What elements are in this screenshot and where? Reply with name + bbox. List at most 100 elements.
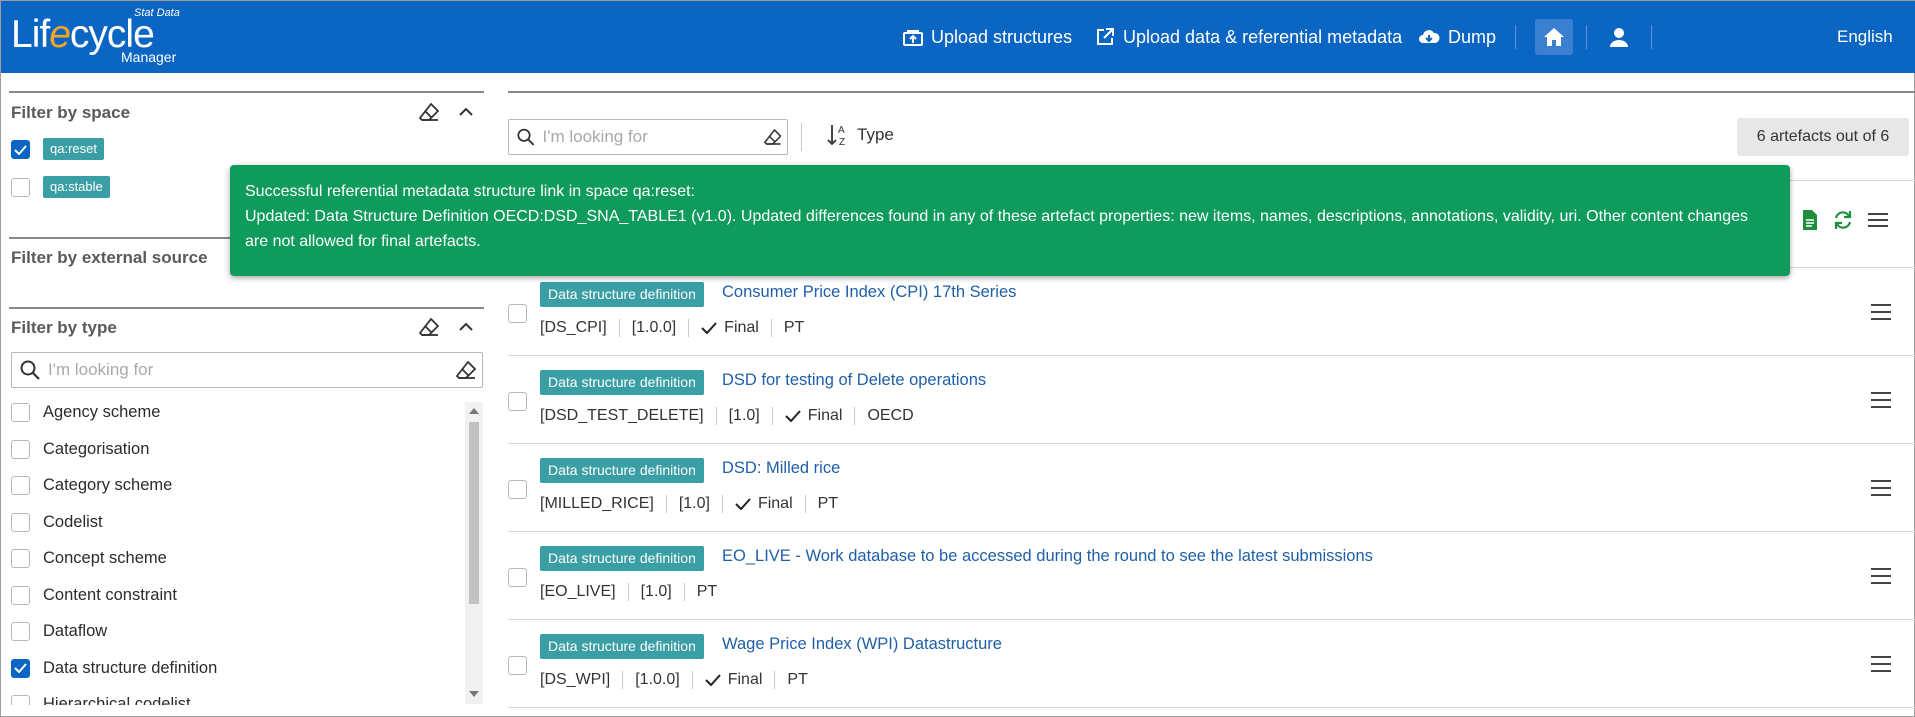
- artefact-version: [1.0]: [627, 583, 684, 601]
- artefact-title-link[interactable]: DSD for testing of Delete operations: [722, 371, 986, 390]
- success-toast[interactable]: Successful referential metadata structur…: [230, 165, 1790, 276]
- eraser-icon[interactable]: [456, 361, 476, 379]
- type-option[interactable]: Codelist: [11, 509, 103, 535]
- scroll-thumb[interactable]: [469, 422, 479, 604]
- row-checkbox[interactable]: [508, 392, 527, 411]
- table-row[interactable]: Data structure definition EO_LIVE - Work…: [508, 531, 1915, 619]
- sort-by-type-button[interactable]: AZ Type: [827, 123, 894, 147]
- type-search-input[interactable]: [48, 360, 456, 380]
- space-checkbox-qa-reset[interactable]: [11, 140, 30, 159]
- eraser-icon: [419, 103, 439, 121]
- filter-type-title: Filter by type: [11, 318, 117, 337]
- artefact-title-link[interactable]: Consumer Price Index (CPI) 17th Series: [722, 283, 1016, 302]
- artefact-version: [1.0.0]: [618, 319, 688, 337]
- type-option-label: Category scheme: [43, 475, 173, 494]
- scroll-up-arrow[interactable]: [469, 408, 479, 414]
- type-option[interactable]: Hierarchical codelist: [11, 691, 191, 705]
- row-checkbox[interactable]: [508, 656, 527, 675]
- home-button[interactable]: [1535, 19, 1573, 55]
- type-checkbox[interactable]: [11, 402, 30, 422]
- artefact-search-input[interactable]: [542, 127, 764, 147]
- cloud-download-icon: [1419, 30, 1440, 43]
- check-icon: [705, 674, 721, 686]
- artefact-id: [DSD_TEST_DELETE]: [540, 407, 704, 424]
- upload-data-button[interactable]: Upload data & referential metadata: [1095, 23, 1402, 51]
- language-selector[interactable]: English: [1837, 27, 1893, 47]
- type-option[interactable]: Agency scheme: [11, 399, 160, 425]
- row-checkbox[interactable]: [508, 568, 527, 587]
- eraser-icon[interactable]: [763, 128, 782, 146]
- nav-divider: [1515, 25, 1516, 49]
- panel-divider: [9, 307, 484, 309]
- clear-type-filter-button[interactable]: [418, 316, 440, 338]
- type-checkbox[interactable]: [11, 621, 30, 641]
- menu-icon[interactable]: [1869, 477, 1893, 499]
- home-icon: [1544, 28, 1564, 46]
- user-button[interactable]: [1605, 23, 1633, 51]
- type-option-clip: Hierarchical codelist: [1, 687, 465, 705]
- row-checkbox[interactable]: [508, 480, 527, 499]
- eraser-icon: [419, 318, 439, 336]
- scroll-down-arrow[interactable]: [469, 691, 479, 697]
- type-option[interactable]: Category scheme: [11, 472, 172, 498]
- sort-alpha-icon: AZ: [827, 125, 845, 147]
- type-search-field[interactable]: [11, 352, 483, 388]
- type-list-scrollbar[interactable]: [465, 402, 483, 704]
- artefact-agency: PT: [804, 495, 850, 513]
- type-checkbox[interactable]: [11, 658, 30, 678]
- artefact-meta: [DS_WPI] [1.0.0] Final PT: [540, 671, 820, 689]
- app-logo[interactable]: Stat Data Lifecycle Manager: [11, 7, 191, 69]
- upload-data-label: Upload data & referential metadata: [1123, 26, 1403, 47]
- final-status: Final: [688, 319, 771, 337]
- dump-label: Dump: [1448, 26, 1497, 47]
- type-checkbox[interactable]: [11, 512, 30, 532]
- type-checkbox[interactable]: [11, 475, 30, 495]
- panel-divider: [9, 91, 484, 93]
- type-checkbox[interactable]: [11, 439, 30, 459]
- menu-icon[interactable]: [1869, 653, 1893, 675]
- table-row[interactable]: Data structure definition DSD for testin…: [508, 355, 1915, 443]
- search-icon: [20, 360, 40, 380]
- artefact-title-link[interactable]: DSD: Milled rice: [722, 459, 840, 478]
- type-option-label: Dataflow: [43, 621, 108, 640]
- upload-structures-icon: [903, 30, 923, 46]
- menu-icon[interactable]: [1869, 389, 1893, 411]
- upload-structures-button[interactable]: Upload structures: [903, 23, 1072, 51]
- nav-divider: [1586, 25, 1587, 49]
- table-row[interactable]: Data structure definition Wage Price Ind…: [508, 619, 1915, 707]
- table-row[interactable]: Data structure definition DSD: Milled ri…: [508, 443, 1915, 531]
- artefact-agency: PT: [683, 583, 729, 601]
- type-checkbox[interactable]: [11, 548, 30, 568]
- type-option-label: Concept scheme: [43, 548, 167, 567]
- dump-button[interactable]: Dump: [1418, 23, 1496, 51]
- menu-icon[interactable]: [1869, 301, 1893, 323]
- table-row[interactable]: Data structure definition Consumer Price…: [508, 267, 1915, 355]
- artefact-meta: [DS_CPI] [1.0.0] Final PT: [540, 319, 816, 337]
- search-icon: [517, 128, 535, 146]
- type-option-label: Codelist: [43, 512, 103, 531]
- row-checkbox[interactable]: [508, 304, 527, 323]
- collapse-type-button[interactable]: [455, 316, 477, 338]
- artefact-search-field[interactable]: [508, 119, 788, 155]
- artefact-agency: PT: [770, 319, 816, 337]
- type-option[interactable]: Concept scheme: [11, 545, 167, 571]
- type-checkbox[interactable]: [11, 585, 30, 605]
- chevron-up-icon: [459, 322, 473, 331]
- type-option[interactable]: Content constraint: [11, 582, 177, 608]
- collapse-space-button[interactable]: [455, 101, 477, 123]
- type-option-label: Data structure definition: [43, 658, 218, 677]
- artefact-title-link[interactable]: Wage Price Index (WPI) Datastructure: [722, 635, 1002, 654]
- check-icon: [735, 498, 751, 510]
- artefact-id: [DS_CPI]: [540, 319, 607, 336]
- space-checkbox-qa-stable[interactable]: [11, 178, 30, 197]
- type-checkbox[interactable]: [11, 694, 30, 705]
- type-option-label: Content constraint: [43, 585, 177, 604]
- artefact-id: [EO_LIVE]: [540, 583, 616, 600]
- clear-space-filter-button[interactable]: [418, 101, 440, 123]
- artefact-title-link[interactable]: EO_LIVE - Work database to be accessed d…: [722, 547, 1373, 566]
- type-option[interactable]: Dataflow: [11, 618, 107, 644]
- type-option[interactable]: Categorisation: [11, 436, 149, 462]
- artefact-id: [DS_WPI]: [540, 671, 611, 688]
- type-option[interactable]: Data structure definition: [11, 655, 217, 681]
- menu-icon[interactable]: [1869, 565, 1893, 587]
